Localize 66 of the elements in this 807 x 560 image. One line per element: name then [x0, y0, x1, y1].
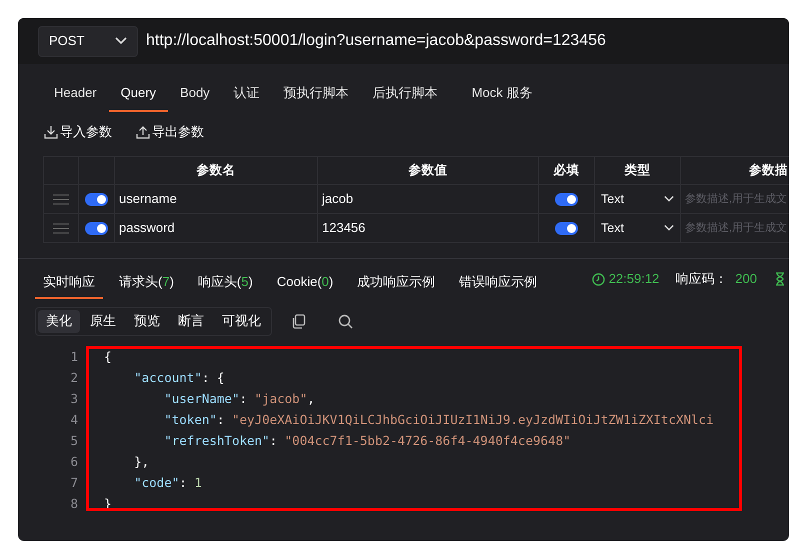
request-tab[interactable]: 预执行脚本	[272, 76, 361, 112]
chevron-down-icon	[664, 195, 674, 203]
line-number: 8	[69, 495, 78, 514]
response-tab[interactable]: 实时响应	[35, 266, 103, 299]
chevron-down-icon	[664, 224, 674, 232]
url-field[interactable]: http://localhost:50001/login?username=jacob&password=123456	[146, 29, 606, 53]
column-header: 参数描	[749, 162, 788, 180]
copy-icon[interactable]	[292, 314, 306, 328]
drag-handle-icon[interactable]	[53, 222, 69, 234]
view-tab[interactable]: 原生	[82, 310, 124, 332]
drag-handle-icon[interactable]	[53, 194, 69, 204]
response-tab[interactable]: 错误响应示例	[451, 266, 546, 299]
view-tab[interactable]: 断言	[170, 310, 212, 332]
code-line: "userName": "jacob",	[163, 390, 315, 408]
code-line: "account": {	[133, 369, 224, 388]
line-number: 3	[69, 390, 78, 408]
request-tab[interactable]: Mock 服务	[460, 76, 544, 112]
request-tab[interactable]: 认证	[222, 76, 272, 112]
response-time: 22:59:12	[608, 270, 660, 288]
code-line: "token": "eyJ0eXAiOiJKV1QiLCJhbGciOiJIUzI1NiJ9.eyJzdWIiOiJtZW1iZXItcXNlci	[163, 411, 714, 430]
line-number: 5	[69, 432, 78, 450]
response-tab[interactable]: Cookie(0)	[268, 266, 342, 299]
clock-icon	[592, 272, 605, 286]
request-tab[interactable]: 后执行脚本	[360, 76, 450, 112]
response-tab[interactable]: 请求头(7)	[111, 266, 182, 299]
status-code: 200	[735, 270, 757, 288]
download-icon	[44, 125, 58, 139]
line-number: 2	[69, 369, 78, 388]
request-tab[interactable]: Body	[168, 76, 222, 112]
status-code-label: 响应码：	[675, 270, 728, 288]
line-number: 4	[69, 411, 78, 430]
toggle-switch[interactable]	[85, 192, 108, 206]
code-line: "code": 1	[133, 474, 202, 492]
toggle-switch[interactable]	[555, 222, 578, 234]
line-number: 1	[69, 348, 78, 366]
request-tab[interactable]: Header	[42, 76, 109, 112]
hourglass-icon	[775, 272, 785, 286]
code-line: },	[133, 453, 150, 472]
import-params-button[interactable]: 导入参数	[44, 122, 112, 142]
type-dropdown[interactable]: Text	[601, 190, 674, 208]
view-tab[interactable]: 可视化	[214, 310, 269, 332]
search-icon[interactable]	[338, 314, 353, 328]
request-tab[interactable]: Query	[108, 76, 168, 112]
code-line: {	[104, 348, 112, 366]
chevron-down-icon	[115, 37, 127, 45]
view-tab[interactable]: 预览	[126, 310, 168, 332]
method-dropdown[interactable]: POST	[38, 26, 138, 56]
column-header: 参数值	[408, 162, 448, 180]
param-value[interactable]: 123456	[322, 218, 366, 238]
type-dropdown[interactable]: Text	[601, 218, 674, 238]
column-header: 必填	[554, 162, 580, 180]
column-header: 参数名	[196, 162, 236, 180]
code-line: "refreshToken": "004cc7f1-5bb2-4726-86f4-4940f4ce9648"	[163, 432, 571, 450]
line-number: 7	[69, 474, 78, 492]
response-tab[interactable]: 响应头(5)	[190, 266, 261, 299]
param-value[interactable]: jacob	[322, 189, 354, 209]
upload-icon	[136, 125, 150, 139]
view-tab[interactable]: 美化	[38, 310, 80, 332]
toggle-switch[interactable]	[85, 222, 108, 234]
param-name[interactable]: username	[119, 189, 177, 209]
export-params-button[interactable]: 导出参数	[136, 122, 204, 142]
response-tab[interactable]: 成功响应示例	[349, 266, 444, 299]
column-header: 类型	[624, 162, 650, 180]
param-name[interactable]: password	[119, 218, 175, 238]
toggle-switch[interactable]	[555, 192, 578, 206]
line-number: 6	[69, 453, 78, 472]
